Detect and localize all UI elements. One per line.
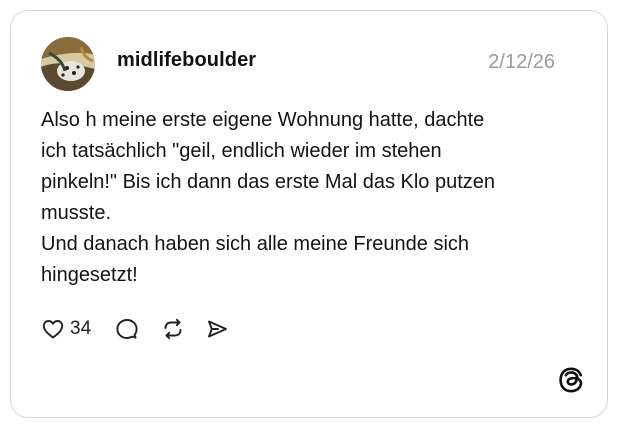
like-button[interactable]: 34 [41, 317, 91, 341]
username[interactable]: midlifeboulder [117, 49, 256, 72]
post-text-line: hingesetzt! [41, 264, 138, 286]
post-text-line: Und danach haben sich alle meine Freunde… [41, 233, 470, 255]
share-button[interactable] [205, 317, 229, 341]
post-card: midlifeboulder 2/12/26 Also h meine erst… [10, 10, 608, 418]
like-count: 34 [70, 318, 92, 339]
avatar[interactable] [41, 37, 95, 91]
repost-button[interactable] [161, 317, 185, 341]
comment-button[interactable] [115, 317, 139, 341]
share-icon [205, 317, 229, 341]
page: midlifeboulder 2/12/26 Also h meine erst… [0, 0, 620, 430]
post-text-line: ich tatsächlich "geil, endlich wieder im… [41, 140, 442, 162]
heart-icon [41, 317, 65, 341]
post-text-line: Also h meine erste eigene Wohnung hatte,… [41, 109, 485, 131]
threads-logo-icon [556, 365, 586, 395]
post-text: Also h meine erste eigene Wohnung hatte,… [41, 105, 561, 291]
post-text-line: musste. [41, 202, 112, 224]
comment-icon [115, 317, 139, 341]
post-date: 2/12/26 [488, 51, 555, 73]
repost-icon [161, 317, 185, 341]
action-bar: 34 [41, 314, 229, 344]
post-text-line: pinkeln!" Bis ich dann das erste Mal das… [41, 171, 496, 193]
